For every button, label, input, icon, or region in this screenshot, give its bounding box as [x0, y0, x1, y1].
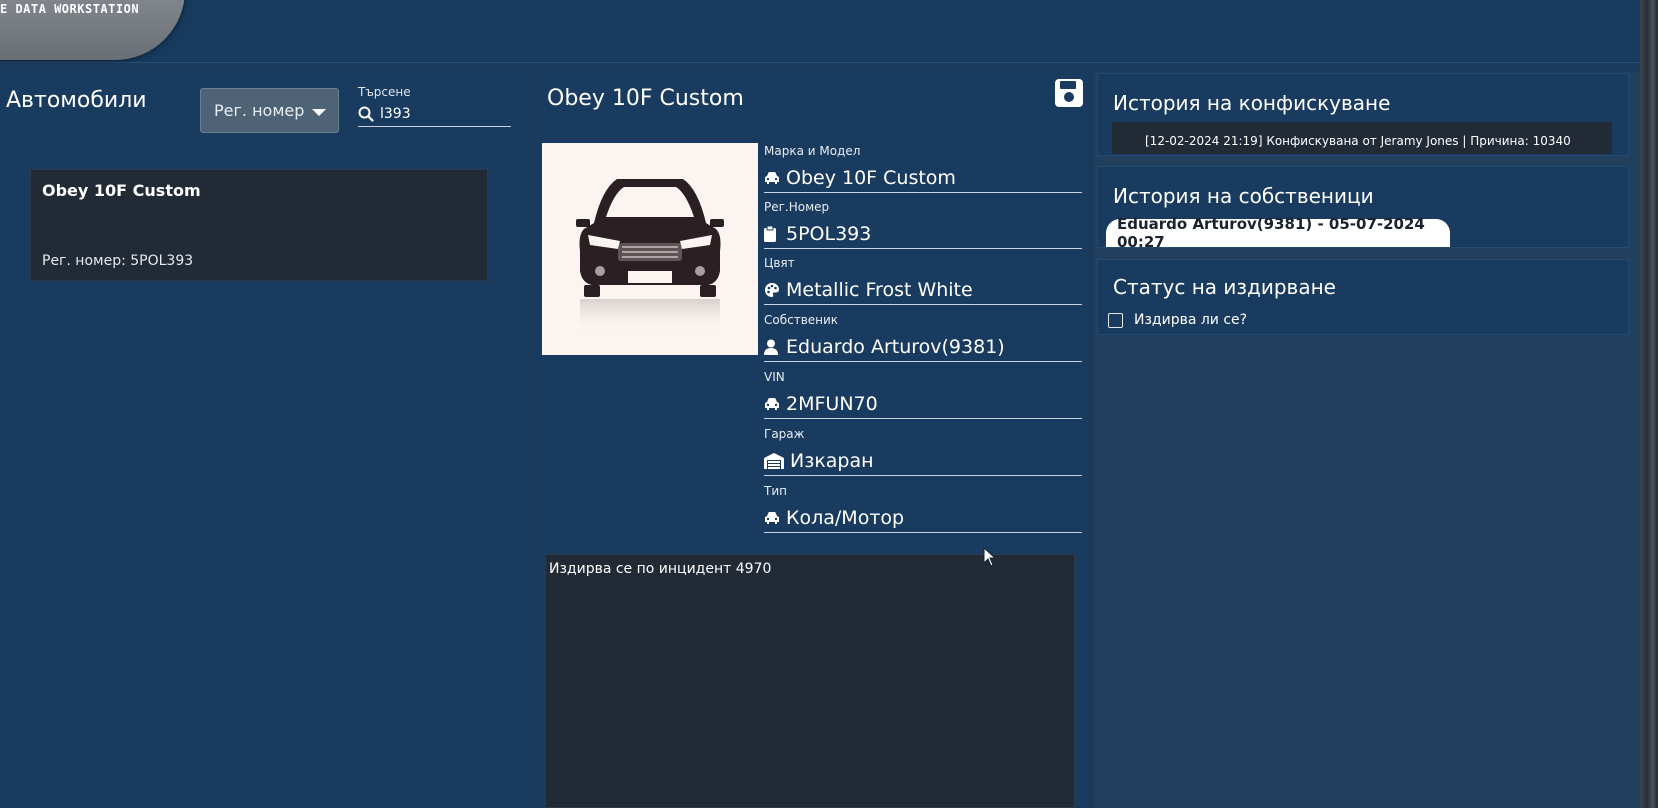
field-color-value: Metallic Frost White [786, 279, 973, 301]
result-title: Obey 10F Custom [42, 181, 201, 200]
field-vin-value: 2MFUN70 [786, 393, 878, 415]
field-color: Metallic Frost White [764, 276, 1082, 305]
mouse-cursor-icon [983, 547, 997, 567]
warehouse-icon [764, 453, 786, 469]
owner-history-section: История на собственици Eduardo Arturov(9… [1097, 166, 1629, 251]
wanted-status-title: Статус на издирване [1113, 275, 1336, 299]
field-type: Кола/Мотор [764, 504, 1082, 533]
field-label-model: Марка и Модел [764, 144, 861, 158]
confiscation-entry-text: [12-02-2024 21:19] Конфискувана от Jeram… [1145, 134, 1571, 148]
field-type-value: Кола/Мотор [786, 507, 905, 529]
panel-title: Автомобили [6, 88, 147, 113]
top-bar: E DATA WORKSTATION [0, 0, 1640, 63]
clipboard-icon [764, 226, 786, 242]
field-model: Obey 10F Custom [764, 164, 1082, 193]
field-owner: Eduardo Arturov(9381) [764, 333, 1082, 362]
owner-entry-text: Eduardo Arturov(9381) - 05-07-2024 00:27 [1117, 215, 1425, 251]
field-label-owner: Собственик [764, 313, 839, 327]
confiscation-history-section: История на конфискуване [12-02-2024 21:1… [1097, 73, 1629, 156]
palette-icon [764, 282, 786, 298]
background-edge [1640, 0, 1658, 808]
field-label-type: Тип [764, 484, 787, 498]
car-icon [764, 511, 786, 525]
result-plate: Рег. номер: 5POL393 [42, 253, 194, 269]
wanted-toggle[interactable]: Издирва ли се? [1108, 312, 1247, 328]
wanted-checkbox[interactable] [1108, 312, 1123, 328]
search-input[interactable] [374, 105, 500, 122]
save-icon[interactable] [1054, 78, 1084, 108]
field-plate-value: 5POL393 [786, 223, 872, 245]
notes-text: Издирва се по инцидент 4970 [549, 561, 772, 577]
car-icon [764, 171, 786, 185]
vehicle-result-card[interactable]: Obey 10F Custom Рег. номер: 5POL393 [30, 169, 488, 281]
owner-history-entry[interactable]: Eduardo Arturov(9381) - 05-07-2024 00:27 [1106, 215, 1450, 251]
dropdown-selected-value: Рег. номер [214, 101, 305, 120]
field-label-garage: Гараж [764, 427, 805, 441]
user-icon [764, 339, 786, 355]
field-model-value: Obey 10F Custom [786, 167, 956, 189]
owner-history-title: История на собственици [1113, 184, 1374, 208]
search-field [358, 101, 511, 127]
confiscation-entry: [12-02-2024 21:19] Конфискувана от Jeram… [1112, 122, 1612, 154]
field-owner-value: Eduardo Arturov(9381) [786, 336, 1005, 358]
field-vin: 2MFUN70 [764, 390, 1082, 419]
field-label-color: Цвят [764, 256, 795, 270]
vehicle-notes-textarea[interactable]: Издирва се по инцидент 4970 [545, 554, 1075, 808]
field-plate: 5POL393 [764, 220, 1082, 249]
field-garage-value: Изкаран [790, 450, 874, 472]
search-filter-dropdown[interactable]: Рег. номер [200, 88, 339, 133]
logo-text: E DATA WORKSTATION [0, 2, 140, 16]
workstation-logo: E DATA WORKSTATION [0, 0, 185, 60]
car-front-image [576, 179, 724, 335]
confiscation-title: История на конфискуване [1113, 91, 1391, 115]
search-icon [358, 106, 374, 122]
field-label-vin: VIN [764, 370, 785, 384]
vehicle-image [542, 143, 758, 355]
field-label-plate: Рег.Номер [764, 200, 830, 214]
search-label: Търсене [358, 85, 411, 99]
wanted-checkbox-label: Издирва ли се? [1134, 312, 1248, 328]
field-garage: Изкаран [764, 447, 1082, 476]
vehicle-title: Obey 10F Custom [547, 86, 744, 111]
wanted-status-section: Статус на издирване Издирва ли се? [1097, 259, 1629, 335]
chevron-down-icon [312, 109, 326, 116]
car-icon [764, 397, 786, 411]
